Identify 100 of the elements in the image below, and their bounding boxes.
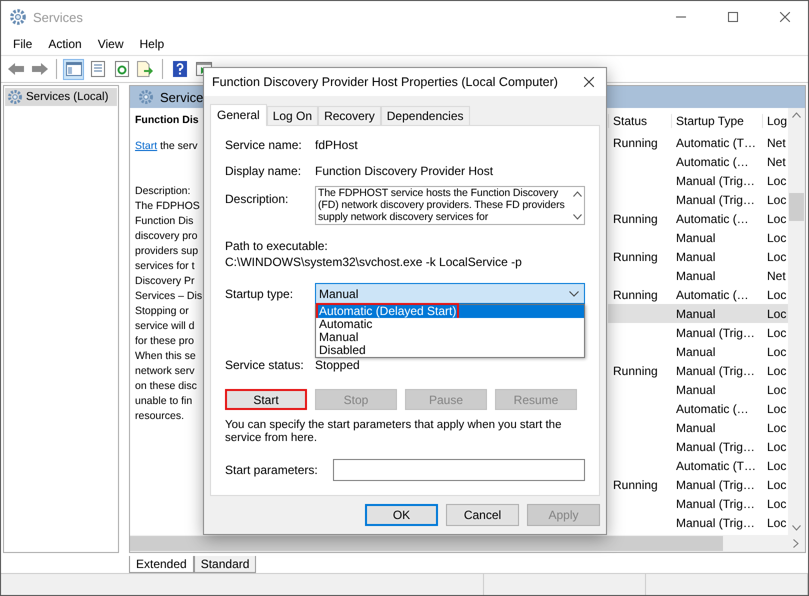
caret-icon bbox=[569, 290, 579, 296]
description-line: unable to fin bbox=[135, 394, 194, 409]
scroll-down-icon[interactable] bbox=[572, 214, 582, 220]
description-line: Stopping or bbox=[135, 304, 190, 319]
table-cell: Manual bbox=[676, 382, 716, 396]
table-cell: Loc bbox=[767, 174, 786, 188]
back-arrow-icon bbox=[6, 62, 24, 76]
table-cell: Loc bbox=[767, 344, 786, 358]
vertical-scrollbar[interactable] bbox=[788, 108, 805, 535]
table-cell: Manual bbox=[676, 250, 716, 264]
table-cell: Loc bbox=[767, 382, 786, 396]
service-row[interactable]: Manual (Trig… Loc bbox=[608, 171, 788, 190]
dropdown-option[interactable]: Automatic bbox=[316, 318, 584, 331]
description-line: service will d bbox=[135, 319, 196, 334]
service-row[interactable]: Running Automatic (… Loc bbox=[608, 209, 788, 228]
scroll-down-icon[interactable] bbox=[792, 525, 801, 531]
field-label: Startup type: bbox=[225, 286, 294, 300]
scroll-up-icon[interactable] bbox=[792, 112, 801, 118]
field-label: Display name: bbox=[225, 164, 302, 178]
dialog-tab[interactable]: Dependencies bbox=[380, 106, 470, 126]
dropdown-option[interactable]: Automatic (Delayed Start) bbox=[316, 305, 584, 318]
service-row[interactable]: Running Automatic (… Loc bbox=[608, 285, 788, 304]
description-line: When this se bbox=[135, 349, 197, 364]
service-row[interactable]: Automatic (… Loc bbox=[608, 399, 788, 418]
menu-item[interactable]: Action bbox=[40, 37, 90, 51]
service-row[interactable]: Running Manual Loc bbox=[608, 247, 788, 266]
service-row[interactable]: Manual (Trig… Loc bbox=[608, 494, 788, 513]
table-cell: Running bbox=[613, 364, 658, 378]
table-cell: Manual (Trig… bbox=[676, 440, 755, 454]
startup-type-select[interactable]: Manual bbox=[315, 283, 585, 304]
service-row[interactable]: Manual (Trig… Loc bbox=[608, 323, 788, 342]
table-cell: Manual bbox=[676, 420, 716, 434]
service-row[interactable]: Automatic (… Net bbox=[608, 152, 788, 171]
table-cell: Loc bbox=[767, 496, 786, 510]
help-icon bbox=[172, 61, 186, 77]
table-cell: Automatic (T… bbox=[676, 136, 756, 150]
dropdown-option[interactable]: Manual bbox=[316, 331, 584, 344]
service-row[interactable]: Manual (Trig… Loc bbox=[608, 437, 788, 456]
service-row[interactable]: Running Manual (Trig… Loc bbox=[608, 475, 788, 494]
dialog-title: Function Discovery Provider Host Properties (Local Computer) bbox=[212, 75, 558, 89]
table-cell: Manual (Trig… bbox=[676, 516, 755, 530]
field-label: Start parameters: bbox=[225, 463, 315, 477]
service-row[interactable]: Automatic (T… Loc bbox=[608, 456, 788, 475]
gear-icon bbox=[9, 8, 27, 26]
service-row[interactable]: Manual (Trig… Loc bbox=[608, 190, 788, 209]
toolbar-button[interactable] bbox=[63, 58, 84, 80]
start-parameters-field[interactable] bbox=[333, 459, 585, 481]
menu-item[interactable]: Help bbox=[132, 37, 172, 51]
service-name-value: fdPHost bbox=[315, 138, 358, 152]
column-header[interactable]: Startup Type bbox=[671, 114, 762, 128]
service-row[interactable]: Manual Net bbox=[608, 266, 788, 285]
service-row[interactable]: Manual Loc bbox=[608, 418, 788, 437]
view-tab[interactable]: Standard bbox=[194, 556, 256, 573]
refresh-icon bbox=[114, 61, 128, 77]
service-row[interactable]: Running Automatic (T… Net bbox=[608, 133, 788, 152]
table-cell: Automatic (T… bbox=[676, 458, 756, 472]
toolbar-button[interactable] bbox=[135, 58, 156, 80]
view-tab[interactable]: Extended bbox=[129, 556, 194, 573]
start-link[interactable]: Start bbox=[135, 140, 158, 152]
gear-icon bbox=[138, 89, 154, 105]
table-cell: Loc bbox=[767, 326, 786, 340]
dialog-button[interactable]: Cancel bbox=[446, 504, 519, 526]
dropdown-option[interactable]: Disabled bbox=[316, 344, 584, 357]
table-cell: Loc bbox=[767, 230, 786, 244]
description-line: resources. bbox=[135, 409, 186, 424]
scroll-right-icon[interactable] bbox=[793, 539, 799, 548]
properties-icon bbox=[90, 61, 104, 77]
hint-text: You can specify the start parameters that apply when you start the service from here. bbox=[225, 419, 562, 445]
description-line: Description: bbox=[135, 184, 192, 199]
window-title: Services bbox=[33, 10, 84, 24]
tree-item[interactable]: Services (Local) bbox=[5, 88, 117, 106]
table-cell: Manual (Trig… bbox=[676, 478, 755, 492]
description-box[interactable]: The FDPHOST service hosts the Function Discovery (FD) network discovery providers. These FD providers supply network discovery services for bbox=[315, 186, 585, 225]
scrollbar-thumb[interactable] bbox=[789, 192, 804, 220]
menu-item[interactable]: File bbox=[5, 37, 40, 51]
scroll-up-icon[interactable] bbox=[572, 191, 582, 197]
service-row[interactable]: Manual Loc bbox=[608, 228, 788, 247]
service-row[interactable]: Manual Loc bbox=[608, 342, 788, 361]
field-label: Service name: bbox=[225, 138, 303, 152]
service-row[interactable]: Manual Loc bbox=[608, 304, 788, 323]
menu-item[interactable]: View bbox=[90, 37, 132, 51]
table-cell: Loc bbox=[767, 402, 786, 416]
table-cell: Net bbox=[767, 268, 786, 282]
service-row[interactable]: Manual Loc bbox=[608, 380, 788, 399]
service-status-value: Stopped bbox=[315, 358, 360, 372]
table-cell: Running bbox=[613, 288, 658, 302]
description-line: on these disc bbox=[135, 379, 198, 394]
service-button[interactable]: Start bbox=[225, 389, 307, 410]
column-header[interactable]: Status bbox=[608, 114, 671, 128]
dialog-tab[interactable]: Log On bbox=[266, 106, 318, 126]
dialog-tab[interactable]: Recovery bbox=[318, 106, 381, 126]
table-cell: Loc bbox=[767, 364, 786, 378]
service-row[interactable]: Running Manual (Trig… Loc bbox=[608, 361, 788, 380]
table-cell: Loc bbox=[767, 250, 786, 264]
dialog-tab[interactable]: General bbox=[210, 104, 267, 126]
horizontal-scrollbar[interactable] bbox=[130, 535, 805, 552]
field-label: Description: bbox=[225, 191, 290, 206]
export-list-icon bbox=[137, 61, 154, 77]
dialog-button[interactable]: OK bbox=[365, 504, 438, 526]
service-row[interactable]: Manual (Trig… Loc bbox=[608, 513, 788, 532]
